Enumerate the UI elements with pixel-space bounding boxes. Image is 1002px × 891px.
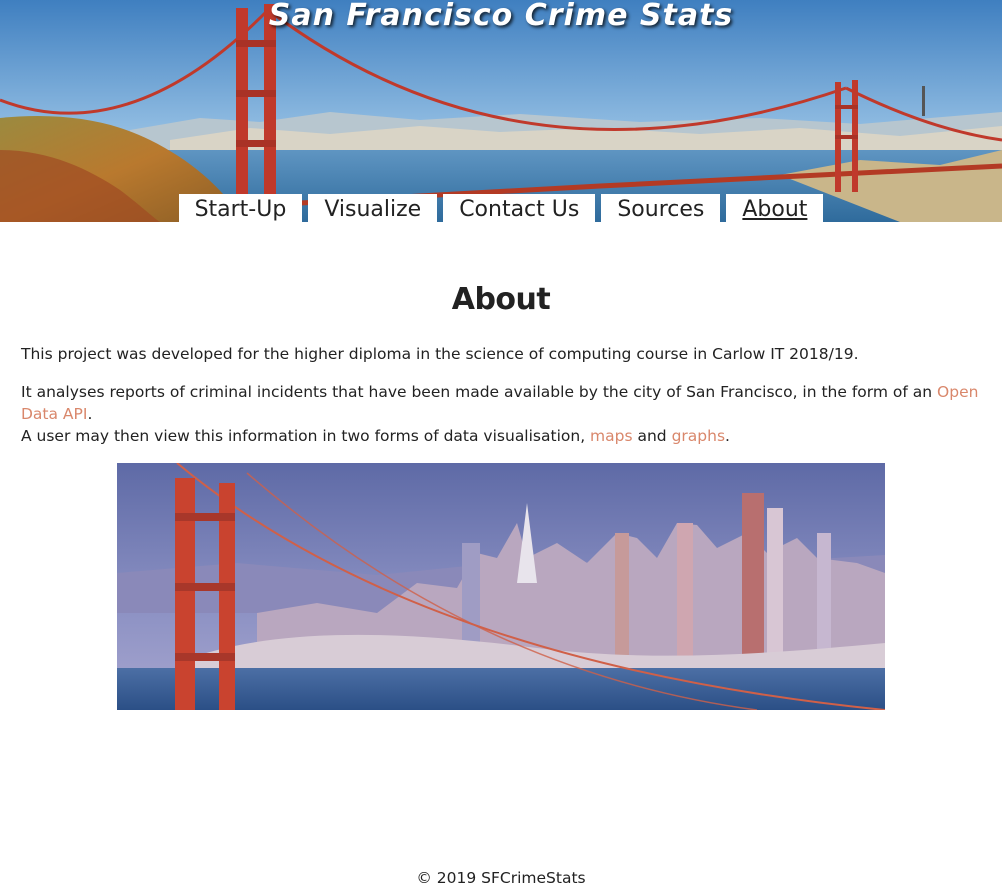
- skyline-illustration: [117, 463, 885, 710]
- page-title: About: [451, 282, 551, 317]
- nav-item-about[interactable]: About: [726, 194, 824, 222]
- data-source-paragraph: It analyses reports of criminal incident…: [21, 381, 981, 425]
- footer-copyright: © 2019 SFCrimeStats: [416, 869, 586, 887]
- site-title: San Francisco Crime Stats: [268, 0, 734, 33]
- maps-link[interactable]: maps: [590, 427, 633, 445]
- and-text: and: [632, 427, 672, 445]
- nav-item-sources[interactable]: Sources: [601, 194, 721, 222]
- san-francisco-skyline-image: [117, 463, 885, 710]
- period-text: .: [725, 427, 730, 445]
- golden-gate-banner-image: [0, 0, 1002, 222]
- header-banner: San Francisco Crime Stats Start-Up Visua…: [0, 0, 1002, 222]
- nav-item-start-up[interactable]: Start-Up: [178, 194, 303, 222]
- nav-item-visualize[interactable]: Visualize: [308, 194, 438, 222]
- nav-item-contact-us[interactable]: Contact Us: [443, 194, 596, 222]
- intro-paragraph: This project was developed for the highe…: [21, 345, 859, 363]
- visualisation-text: A user may then view this information in…: [21, 427, 591, 445]
- graphs-link[interactable]: graphs: [672, 427, 725, 445]
- period-text: .: [87, 405, 93, 423]
- main-nav: Start-Up Visualize Contact Us Sources Ab…: [0, 194, 1002, 222]
- data-source-text: It analyses reports of criminal incident…: [21, 383, 938, 401]
- visualisation-paragraph: A user may then view this information in…: [21, 425, 981, 447]
